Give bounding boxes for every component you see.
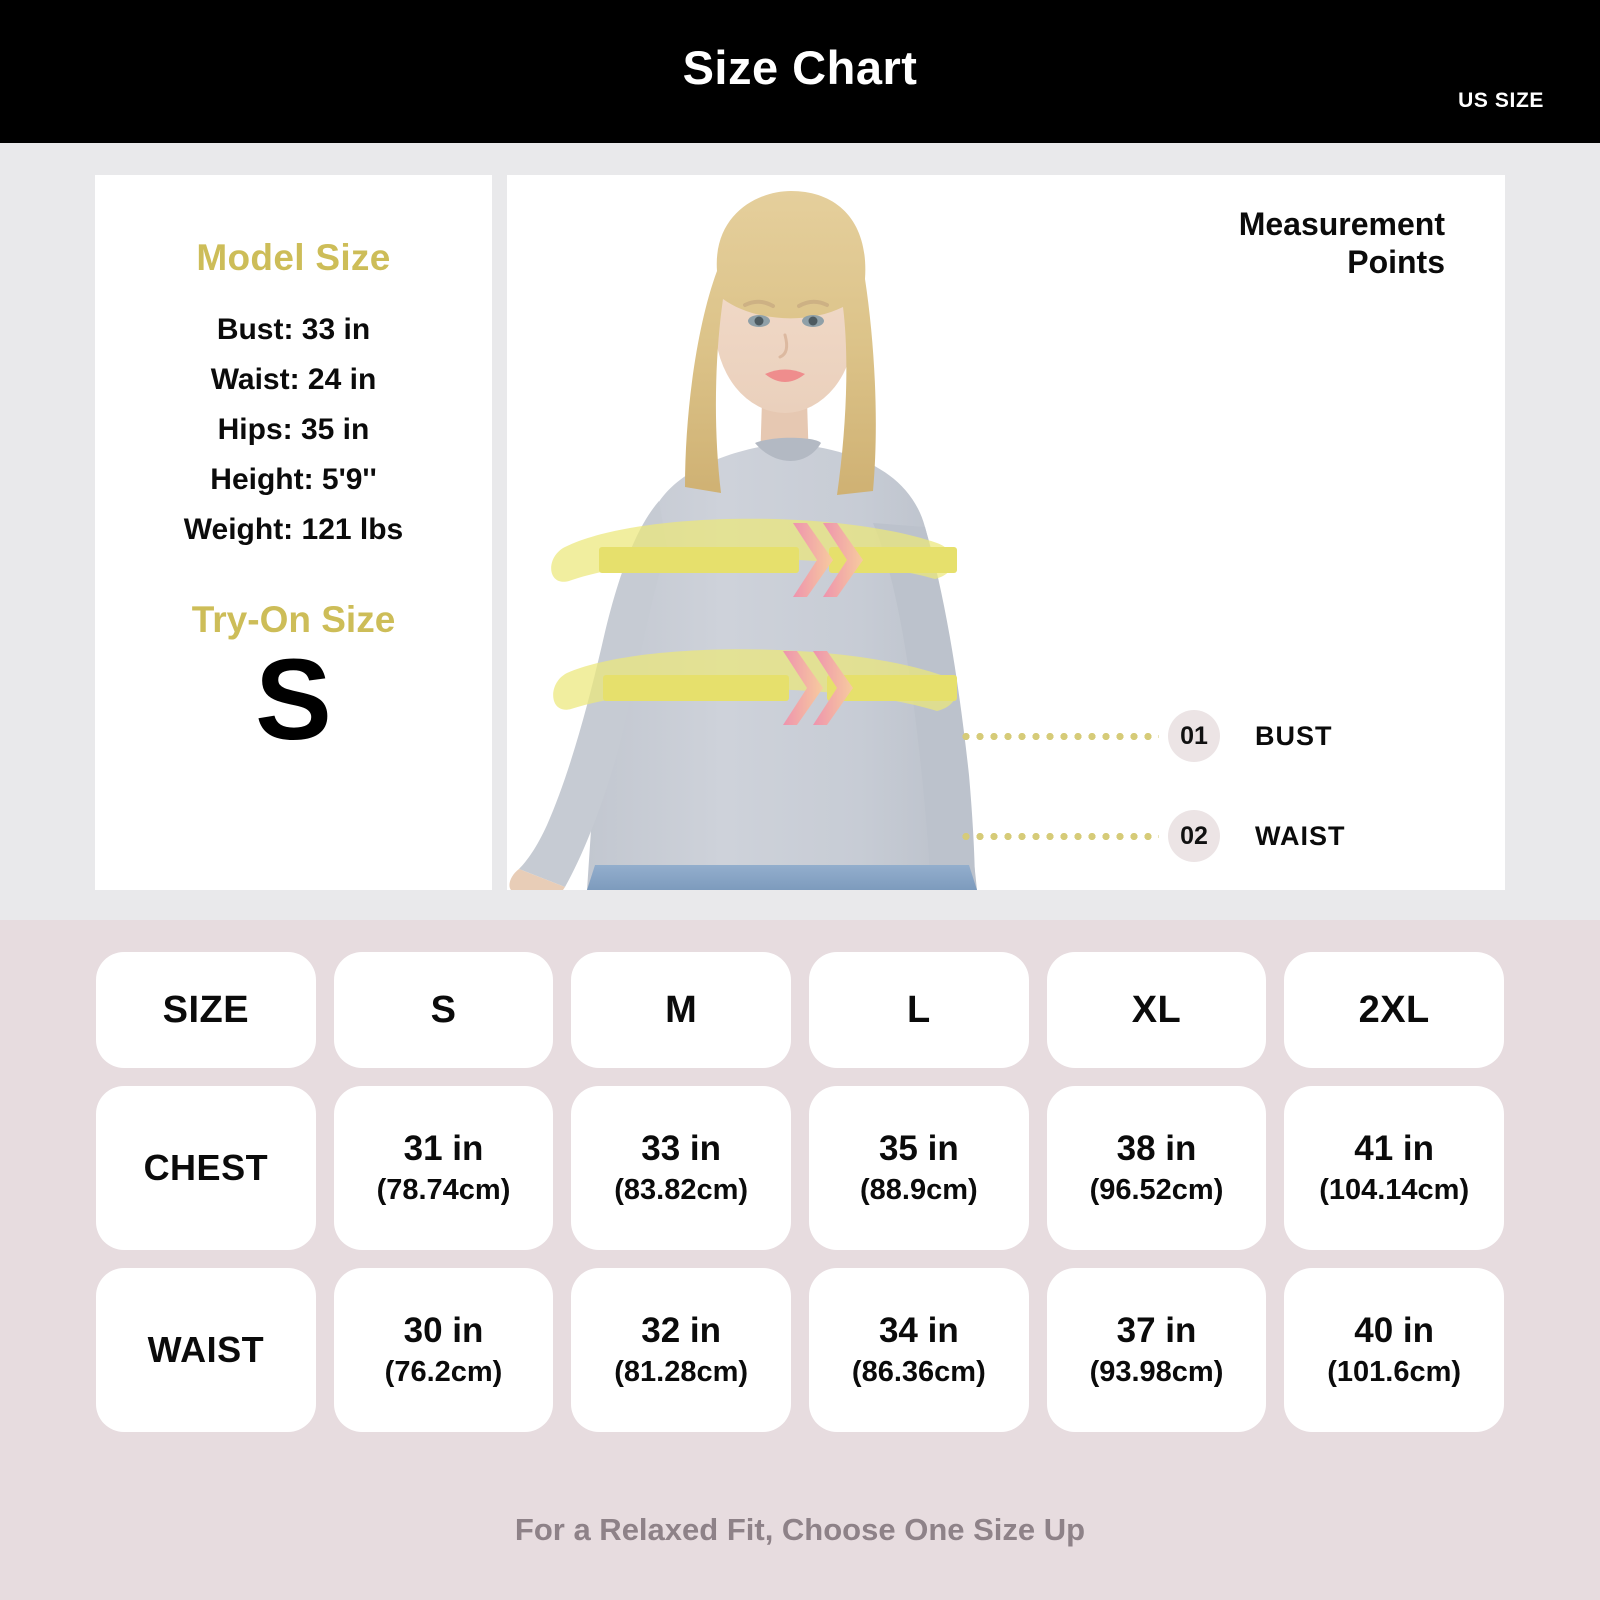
- waist-2xl-inches: 40 in: [1354, 1311, 1435, 1350]
- waist-s-cm: (76.2cm): [384, 1356, 503, 1388]
- bust-leader-dots: [959, 732, 1159, 740]
- table-cell-chest-l: 35 in (88.9cm): [809, 1086, 1029, 1250]
- chest-row-label: CHEST: [143, 1147, 269, 1188]
- chest-l-inches: 35 in: [878, 1129, 959, 1168]
- table-header-size-m: M: [571, 952, 791, 1068]
- waist-point-number: 02: [1168, 810, 1220, 862]
- table-corner-label: SIZE: [162, 988, 250, 1031]
- chest-xl-cm: (96.52cm): [1089, 1174, 1224, 1206]
- table-cell-chest-2xl: 41 in (104.14cm): [1284, 1086, 1504, 1250]
- waist-l-inches: 34 in: [878, 1311, 959, 1350]
- size-label-l: L: [906, 988, 931, 1031]
- table-cell-chest-s: 31 in (78.74cm): [333, 1086, 554, 1250]
- table-cell-waist-m: 32 in (81.28cm): [571, 1268, 791, 1432]
- bust-point-label: BUST: [1255, 720, 1333, 751]
- model-stat-bust: Bust: 33 in: [216, 313, 371, 346]
- table-row-label-waist: WAIST: [96, 1268, 316, 1432]
- table-header-corner: SIZE: [96, 952, 316, 1068]
- measurement-callout-bust: 01 BUST: [959, 710, 1333, 762]
- bust-point-number: 01: [1168, 710, 1220, 762]
- measurement-callout-waist: 02 WAIST: [959, 810, 1346, 862]
- model-stat-height: Height: 5'9'': [210, 463, 377, 496]
- try-on-size-value: S: [255, 636, 332, 764]
- waist-s-inches: 30 in: [403, 1311, 484, 1350]
- model-size-panel: Model Size Bust: 33 in Waist: 24 in Hips…: [95, 175, 492, 890]
- table-header-size-xl: XL: [1046, 952, 1267, 1068]
- model-stat-weight: Weight: 121 lbs: [183, 513, 404, 546]
- waist-leader-dots: [959, 832, 1159, 840]
- size-table: SIZE S M L XL 2XL CHEST 31 in (78.74cm) …: [96, 952, 1504, 1432]
- unit-system-badge: US SIZE: [1458, 89, 1544, 112]
- table-header-size-2xl: 2XL: [1284, 952, 1504, 1068]
- table-cell-waist-s: 30 in (76.2cm): [333, 1268, 554, 1432]
- table-header-size-l: L: [809, 952, 1029, 1068]
- table-cell-chest-m: 33 in (83.82cm): [571, 1086, 791, 1250]
- model-size-heading: Model Size: [196, 237, 391, 278]
- model-stats-list: Bust: 33 in Waist: 24 in Hips: 35 in Hei…: [184, 305, 404, 555]
- size-chart-page: Size Chart US SIZE Model Size Bust: 33 i…: [0, 0, 1600, 1600]
- model-stat-waist: Waist: 24 in: [210, 363, 377, 396]
- chest-s-cm: (78.74cm): [376, 1174, 511, 1206]
- waist-2xl-cm: (101.6cm): [1327, 1356, 1462, 1388]
- chest-l-cm: (88.9cm): [859, 1174, 978, 1206]
- model-photo-illustration: [509, 191, 977, 890]
- table-cell-waist-2xl: 40 in (101.6cm): [1284, 1268, 1504, 1432]
- table-cell-waist-l: 34 in (86.36cm): [809, 1268, 1029, 1432]
- waist-xl-cm: (93.98cm): [1089, 1356, 1224, 1388]
- table-header-size-s: S: [333, 952, 554, 1068]
- table-row-label-chest: CHEST: [96, 1086, 316, 1250]
- fit-advice-footnote: For a Relaxed Fit, Choose One Size Up: [514, 1512, 1086, 1547]
- chest-m-cm: (83.82cm): [614, 1174, 749, 1206]
- size-label-2xl: 2XL: [1358, 988, 1430, 1031]
- chest-m-inches: 33 in: [641, 1129, 722, 1168]
- chest-xl-inches: 38 in: [1116, 1129, 1197, 1168]
- table-cell-chest-xl: 38 in (96.52cm): [1046, 1086, 1267, 1250]
- measurement-points-panel: Measurement Points 01 BUST 02 WAIST: [507, 175, 1505, 890]
- page-title: Size Chart: [682, 41, 918, 94]
- size-label-m: M: [665, 988, 698, 1031]
- chest-2xl-cm: (104.14cm): [1319, 1174, 1470, 1206]
- waist-m-cm: (81.28cm): [614, 1356, 749, 1388]
- size-label-xl: XL: [1131, 988, 1182, 1031]
- size-label-s: S: [430, 988, 457, 1031]
- chest-2xl-inches: 41 in: [1354, 1129, 1435, 1168]
- table-cell-waist-xl: 37 in (93.98cm): [1046, 1268, 1267, 1432]
- waist-l-cm: (86.36cm): [851, 1356, 986, 1388]
- waist-m-inches: 32 in: [641, 1311, 722, 1350]
- model-stat-hips: Hips: 35 in: [217, 413, 370, 446]
- header-bar: Size Chart US SIZE: [0, 0, 1600, 143]
- waist-xl-inches: 37 in: [1116, 1311, 1197, 1350]
- chest-s-inches: 31 in: [403, 1129, 484, 1168]
- waist-point-label: WAIST: [1255, 820, 1346, 851]
- waist-row-label: WAIST: [147, 1329, 265, 1370]
